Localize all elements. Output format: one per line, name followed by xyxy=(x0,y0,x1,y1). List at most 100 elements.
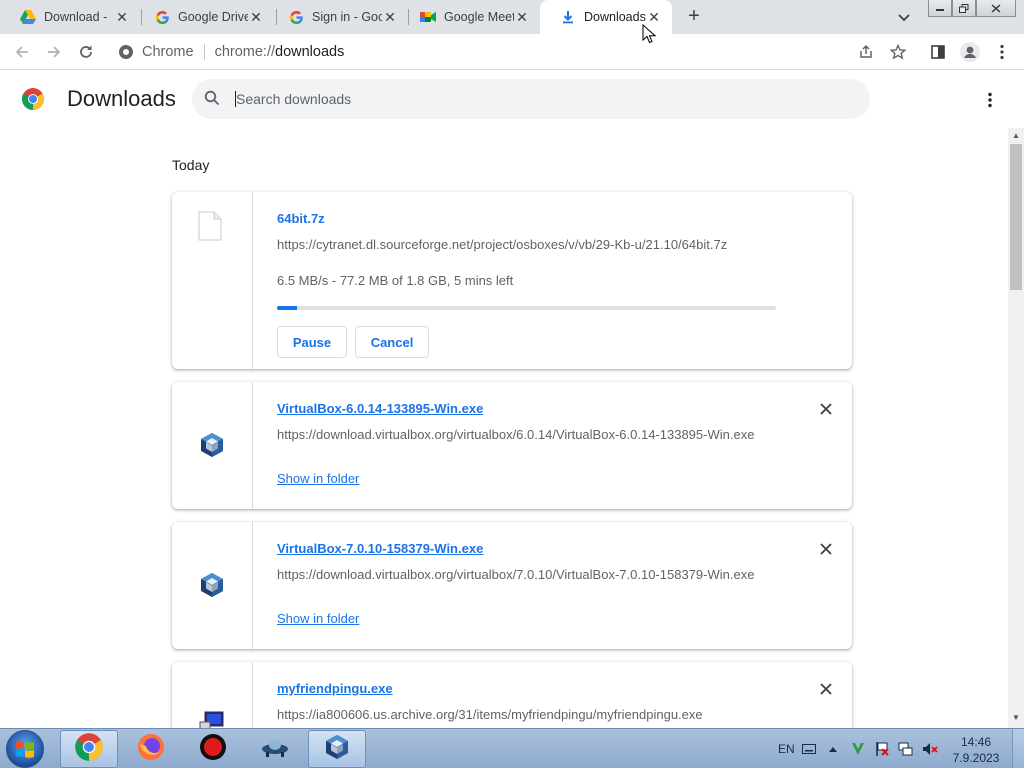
download-item: VirtualBox-6.0.14-133895-Win.exe https:/… xyxy=(172,382,852,509)
show-desktop-button[interactable] xyxy=(1012,729,1024,768)
more-actions-icon[interactable] xyxy=(980,90,1000,110)
page-title: Downloads xyxy=(67,86,176,111)
scroll-down-icon[interactable]: ▼ xyxy=(1012,713,1020,722)
google-g-icon xyxy=(154,9,170,25)
address-bar[interactable]: Chrome chrome:// downloads xyxy=(108,38,920,66)
mouse-cursor-icon xyxy=(642,23,657,44)
remove-icon[interactable] xyxy=(818,681,834,697)
date-heading: Today xyxy=(172,157,210,173)
tab-title: Google Meet xyxy=(444,10,514,24)
scrollbar-thumb[interactable] xyxy=(1010,144,1022,290)
download-status: 6.5 MB/s - 77.2 MB of 1.8 GB, 5 mins lef… xyxy=(277,273,514,288)
remove-icon[interactable] xyxy=(818,541,834,557)
browser-menu-icon[interactable] xyxy=(992,42,1012,62)
generic-file-icon xyxy=(197,211,227,241)
volume-muted-icon[interactable] xyxy=(922,729,938,768)
profile-avatar-icon[interactable] xyxy=(960,42,980,62)
tab-google-meet[interactable]: Google Meet ✕ xyxy=(400,0,540,34)
site-chip: Chrome xyxy=(142,44,194,60)
file-name-link[interactable]: 64bit.7z xyxy=(277,211,325,226)
vertical-scrollbar[interactable]: ▲ ▼ xyxy=(1008,128,1024,728)
tab-google-drive[interactable]: Google Drive ✕ xyxy=(134,0,274,34)
tab-title: Downloads xyxy=(584,10,646,24)
tab-title: Google Drive xyxy=(178,10,248,24)
network-icon[interactable] xyxy=(898,729,914,768)
flag-alert-icon[interactable] xyxy=(874,729,890,768)
new-tab-button[interactable]: + xyxy=(684,6,704,27)
forward-arrow-icon[interactable] xyxy=(44,42,64,62)
chrome-site-icon xyxy=(118,44,134,60)
remove-icon[interactable] xyxy=(818,401,834,417)
close-icon[interactable]: ✕ xyxy=(114,9,130,25)
file-name-link[interactable]: VirtualBox-6.0.14-133895-Win.exe xyxy=(277,401,483,416)
windows-taskbar: EN 14:46 7.9.2023 xyxy=(0,728,1024,768)
language-indicator[interactable]: EN xyxy=(778,729,795,768)
downloads-list[interactable]: Today 64bit.7z https://cytranet.dl.sourc… xyxy=(0,128,1024,728)
taskbar-recorder[interactable] xyxy=(184,730,242,768)
restore-button[interactable] xyxy=(952,0,976,17)
show-hidden-icons-chevron-icon[interactable] xyxy=(828,729,838,768)
ufo-icon xyxy=(260,735,290,764)
file-url[interactable]: https://download.virtualbox.org/virtualb… xyxy=(277,427,754,442)
file-url[interactable]: https://cytranet.dl.sourceforge.net/proj… xyxy=(277,237,727,252)
minimize-button[interactable] xyxy=(928,0,952,17)
tray-app-icon[interactable] xyxy=(850,729,866,768)
clock-date: 7.9.2023 xyxy=(952,751,1000,765)
tab-title: Download - xyxy=(44,10,108,24)
google-g-icon xyxy=(288,9,304,25)
search-downloads-box[interactable] xyxy=(192,79,870,119)
bookmark-star-icon[interactable] xyxy=(888,42,908,62)
url-host: downloads xyxy=(275,44,345,60)
recorder-icon xyxy=(198,732,228,767)
virtualbox-icon xyxy=(197,430,227,460)
file-name-link[interactable]: myfriendpingu.exe xyxy=(277,681,393,696)
file-name-link[interactable]: VirtualBox-7.0.10-158379-Win.exe xyxy=(277,541,483,556)
taskbar-chrome[interactable] xyxy=(60,730,118,768)
file-url[interactable]: https://ia800606.us.archive.org/31/items… xyxy=(277,707,703,722)
share-icon[interactable] xyxy=(856,42,876,62)
search-input[interactable] xyxy=(236,91,836,107)
keyboard-icon[interactable] xyxy=(802,729,816,768)
firefox-icon xyxy=(136,732,166,767)
close-icon[interactable]: ✕ xyxy=(514,9,530,25)
downloads-header: Downloads xyxy=(0,70,1024,128)
system-clock[interactable]: 14:46 7.9.2023 xyxy=(948,734,1004,766)
close-window-button[interactable] xyxy=(976,0,1016,17)
show-in-folder-link[interactable]: Show in folder xyxy=(277,611,359,626)
file-url[interactable]: https://download.virtualbox.org/virtualb… xyxy=(277,567,754,582)
download-item: 64bit.7z https://cytranet.dl.sourceforge… xyxy=(172,192,852,369)
back-arrow-icon[interactable] xyxy=(12,42,32,62)
chrome-logo-icon xyxy=(21,87,45,111)
close-icon[interactable]: ✕ xyxy=(248,9,264,25)
download-item: VirtualBox-7.0.10-158379-Win.exe https:/… xyxy=(172,522,852,649)
taskbar-ufo-app[interactable] xyxy=(246,730,304,768)
taskbar-virtualbox[interactable] xyxy=(308,730,366,768)
cancel-button[interactable]: Cancel xyxy=(355,326,429,358)
close-icon[interactable]: ✕ xyxy=(382,9,398,25)
clock-time: 14:46 xyxy=(960,735,992,749)
start-button[interactable] xyxy=(6,730,44,768)
tab-strip: Download - ✕ Google Drive ✕ Sign in - Go… xyxy=(0,0,1024,34)
tab-download[interactable]: Download - ✕ xyxy=(0,0,140,34)
browser-toolbar: Chrome chrome:// downloads xyxy=(0,34,1024,70)
chevron-down-icon[interactable] xyxy=(896,9,912,25)
taskbar-firefox[interactable] xyxy=(122,730,180,768)
scroll-up-icon[interactable]: ▲ xyxy=(1012,131,1020,140)
show-in-folder-link[interactable]: Show in folder xyxy=(277,471,359,486)
side-panel-icon[interactable] xyxy=(928,42,948,62)
reload-icon[interactable] xyxy=(76,42,96,62)
pause-button[interactable]: Pause xyxy=(277,326,347,358)
tab-title: Sign in - Goo xyxy=(312,10,382,24)
tab-sign-in[interactable]: Sign in - Goo ✕ xyxy=(268,0,408,34)
download-progress-bar xyxy=(277,306,776,310)
close-icon[interactable]: ✕ xyxy=(646,9,662,25)
virtualbox-icon xyxy=(197,570,227,600)
url-scheme: chrome:// xyxy=(214,44,276,60)
virtualbox-icon xyxy=(322,732,352,767)
google-drive-icon xyxy=(20,9,36,25)
download-item: myfriendpingu.exe https://ia800606.us.ar… xyxy=(172,662,852,728)
chrome-icon xyxy=(74,732,104,767)
installer-icon xyxy=(197,710,227,728)
download-arrow-icon xyxy=(560,9,576,25)
google-meet-icon xyxy=(420,9,436,25)
